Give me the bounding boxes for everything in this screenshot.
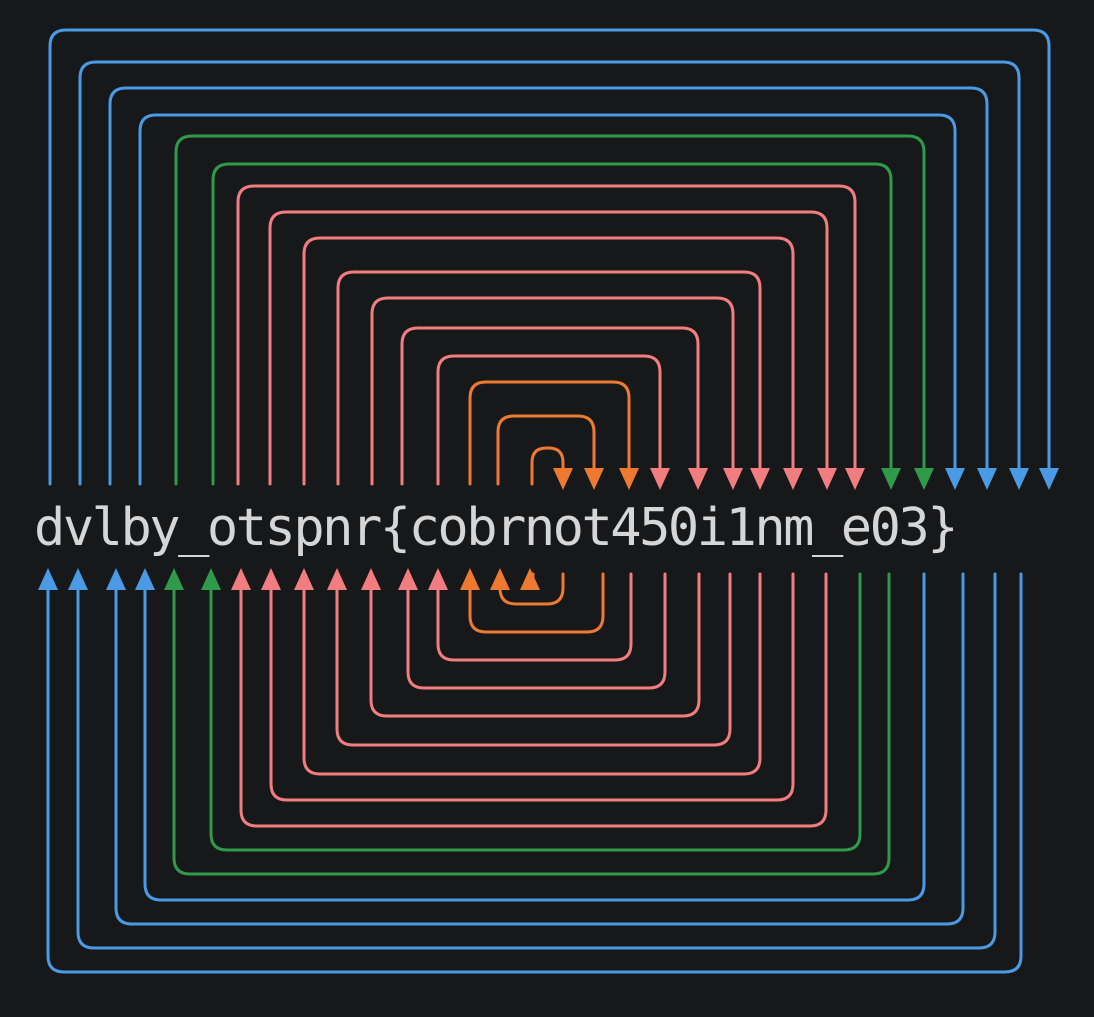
top-wire-6 <box>236 184 857 486</box>
char-19: t <box>581 498 612 558</box>
arrow-down-5 <box>881 468 901 490</box>
arrow-up-10 <box>361 568 381 590</box>
char-26: m <box>783 498 814 558</box>
arrow-down-6 <box>845 468 865 490</box>
arrow-up-1 <box>68 568 88 590</box>
arrow-down-0 <box>1039 468 1059 490</box>
char-17: n <box>523 498 555 558</box>
char-20: 4 <box>610 498 641 558</box>
top-wire-4 <box>174 134 926 486</box>
char-4: y <box>149 498 180 558</box>
arrow-down-11 <box>688 468 708 490</box>
char-30: 3 <box>898 498 929 558</box>
char-15: b <box>466 498 497 558</box>
arrow-up-0 <box>38 568 58 590</box>
arrow-up-15 <box>520 568 540 590</box>
arrow-down-15 <box>553 468 573 490</box>
char-31: } <box>927 498 958 558</box>
char-23: i <box>696 498 728 558</box>
arrow-down-9 <box>750 468 770 490</box>
char-8: s <box>264 498 296 558</box>
bottom-wire-1 <box>76 572 997 950</box>
char-5: _ <box>178 498 209 558</box>
arrow-up-14 <box>490 568 510 590</box>
arrow-down-8 <box>783 468 803 490</box>
char-21: 5 <box>639 498 670 558</box>
top-wire-11 <box>400 326 700 486</box>
char-27: _ <box>811 498 843 558</box>
char-1: v <box>62 498 94 558</box>
arrow-down-13 <box>619 468 639 490</box>
arrow-down-2 <box>977 468 997 490</box>
char-12: { <box>379 498 411 558</box>
diagram-stage: d v l b y _ o t s p n r{c o b r n o t 4 5 0 i 1 n m _ e 0 3} <box>0 0 1094 1017</box>
char-9: p <box>293 498 324 558</box>
arrow-down-1 <box>1009 468 1029 490</box>
char-2: l <box>91 498 123 558</box>
char-3: b <box>120 498 151 558</box>
bottom-wire-10 <box>369 572 701 718</box>
char-25: n <box>754 498 785 558</box>
arrow-up-9 <box>327 568 347 590</box>
char-10: n <box>322 498 353 558</box>
top-wire-7 <box>268 210 829 486</box>
arrow-up-3 <box>135 568 155 590</box>
arrow-up-8 <box>294 568 314 590</box>
top-wire-14 <box>496 414 596 486</box>
bottom-wire-2 <box>114 572 965 926</box>
top-wire-13 <box>468 380 631 486</box>
arrow-up-11 <box>398 568 418 590</box>
char-6: o <box>206 498 238 558</box>
arrow-down-7 <box>817 468 837 490</box>
arrow-down-10 <box>723 468 743 490</box>
char-24: 1 <box>725 498 757 558</box>
top-wire-10 <box>370 296 735 486</box>
char-7: t <box>235 498 267 558</box>
bottom-wire-4 <box>172 572 891 876</box>
arrow-up-13 <box>460 568 480 590</box>
char-16: r <box>495 498 526 558</box>
scrambled-text: d v l b y _ o t s p n r{c o b r n o t 4 5 0 i 1 n m _ e 0 3} <box>34 496 958 560</box>
arrow-down-12 <box>650 468 670 490</box>
arrow-up-12 <box>428 568 448 590</box>
arrow-down-14 <box>584 468 604 490</box>
char-28: e <box>840 498 872 558</box>
arrow-up-5 <box>201 568 221 590</box>
char-18: o <box>552 498 584 558</box>
arrow-down-4 <box>914 468 934 490</box>
char-0: d <box>34 498 65 558</box>
arrow-up-4 <box>164 568 184 590</box>
arrow-down-3 <box>945 468 965 490</box>
bottom-wire-6 <box>239 572 828 828</box>
char-22: 0 <box>667 498 699 558</box>
char-11: r <box>350 498 382 558</box>
arrow-up-2 <box>106 568 126 590</box>
arrow-up-6 <box>231 568 251 590</box>
arrow-up-7 <box>261 568 281 590</box>
char-13: c <box>408 498 440 558</box>
bottom-wire-5 <box>209 572 862 852</box>
char-29: 0 <box>869 498 901 558</box>
char-14: o <box>437 498 468 558</box>
